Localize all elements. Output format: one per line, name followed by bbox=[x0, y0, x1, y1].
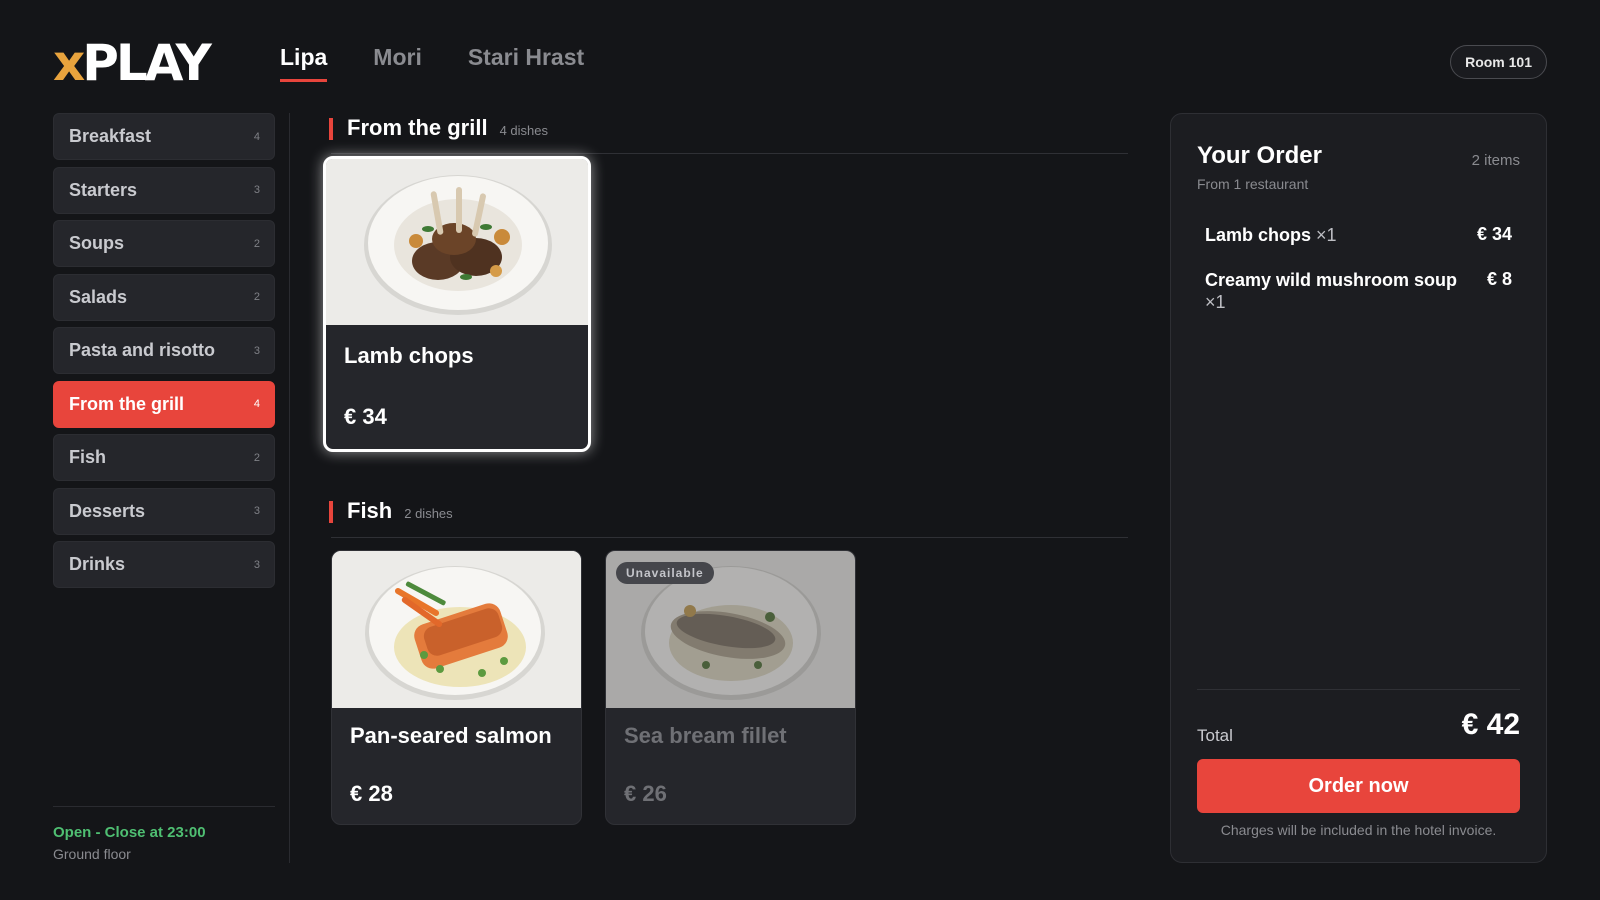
section-count: 4 dishes bbox=[499, 123, 548, 138]
category-desserts[interactable]: Desserts 3 bbox=[53, 487, 275, 535]
section-divider bbox=[331, 153, 1128, 154]
venue-location: Ground floor bbox=[53, 846, 131, 862]
order-line-name: Lamb chops bbox=[1205, 225, 1312, 245]
order-line-dish: Creamy wild mushroom soup ×1 bbox=[1205, 269, 1470, 313]
category-label: Desserts bbox=[69, 500, 146, 521]
category-drinks[interactable]: Drinks 3 bbox=[53, 541, 275, 588]
room-badge[interactable]: Room 101 bbox=[1450, 45, 1547, 79]
order-line-qty: ×1 bbox=[1205, 292, 1226, 312]
dish-price: € 28 bbox=[350, 781, 393, 806]
section-count: 2 dishes bbox=[404, 506, 453, 521]
category-count: 3 bbox=[253, 184, 260, 196]
category-count: 4 bbox=[253, 130, 260, 143]
category-label: Pasta and risotto bbox=[69, 340, 216, 360]
category-count: 4 bbox=[253, 398, 260, 410]
order-line-name: Creamy wild mushroom soup bbox=[1205, 270, 1458, 290]
order-subtitle: From 1 restaurant bbox=[1197, 176, 1309, 192]
order-line-item[interactable]: Lamb chops ×1 € 34 bbox=[1205, 224, 1512, 246]
category-count: 2 bbox=[253, 451, 260, 464]
lamb-chops-photo bbox=[326, 159, 588, 325]
category-from-the-grill[interactable]: From the grill 4 bbox=[53, 380, 275, 428]
order-line-qty: ×1 bbox=[1316, 225, 1337, 245]
xplay-logo: x PLAY bbox=[53, 34, 212, 92]
category-sidebar: Breakfast 4 Starters 3 Soups 2 Salads 2 Past… bbox=[53, 113, 275, 595]
category-label: Soups bbox=[69, 233, 125, 253]
total-label: Total bbox=[1197, 726, 1233, 745]
category-label: Drinks bbox=[69, 554, 126, 574]
section-accent-bar bbox=[329, 118, 333, 140]
order-divider bbox=[1197, 689, 1520, 690]
section-header-fish: Fish 2 dishes bbox=[329, 498, 453, 524]
category-count: 3 bbox=[253, 558, 260, 571]
category-salads[interactable]: Salads 2 bbox=[53, 273, 275, 321]
category-breakfast[interactable]: Breakfast 4 bbox=[53, 113, 275, 160]
sidebar-divider bbox=[289, 113, 290, 863]
order-line-dish: Lamb chops ×1 bbox=[1205, 224, 1470, 246]
total-amount: € 42 bbox=[1461, 708, 1520, 741]
unavailable-badge: Unavailable bbox=[616, 562, 714, 584]
dish-name: Pan-seared salmon bbox=[350, 723, 552, 748]
order-title: Your Order bbox=[1197, 142, 1322, 169]
category-soups[interactable]: Soups 2 bbox=[53, 220, 275, 267]
salmon-plate-icon bbox=[332, 551, 581, 708]
category-starters[interactable]: Starters 3 bbox=[53, 166, 275, 214]
dish-card-sea-bream-fillet[interactable]: Unavailable Sea bream fillet € 26 bbox=[605, 550, 856, 825]
category-fish[interactable]: Fish 2 bbox=[53, 434, 275, 481]
logo-main: PLAY bbox=[82, 34, 212, 92]
dish-price: € 34 bbox=[344, 404, 387, 429]
order-line-amount: € 8 bbox=[1486, 269, 1512, 289]
category-label: Starters bbox=[69, 179, 138, 200]
category-label: Breakfast bbox=[69, 126, 152, 146]
restaurant-tabs: Lipa Mori Stari Hrast bbox=[280, 44, 584, 82]
order-panel: Your Order 2 items From 1 restaurant Lam… bbox=[1170, 113, 1547, 863]
section-header-grill: From the grill 4 dishes bbox=[329, 115, 548, 141]
section-title: Fish bbox=[347, 498, 393, 523]
order-line-item[interactable]: Creamy wild mushroom soup ×1 € 8 bbox=[1205, 269, 1512, 313]
tab-stari-hrast[interactable]: Stari Hrast bbox=[468, 44, 584, 82]
dish-name: Sea bream fillet bbox=[624, 723, 787, 748]
opening-status: Open - Close at 23:00 bbox=[53, 824, 206, 841]
tab-lipa[interactable]: Lipa bbox=[280, 44, 328, 82]
salmon-photo bbox=[332, 551, 581, 708]
sidebar-footer-divider bbox=[53, 806, 275, 807]
category-label: Salads bbox=[69, 286, 128, 307]
category-count: 2 bbox=[253, 291, 260, 303]
dish-price: € 26 bbox=[624, 781, 667, 806]
dish-card-lamb-chops[interactable]: Lamb chops € 34 bbox=[323, 156, 591, 452]
category-pasta-and-risotto[interactable]: Pasta and risotto 3 bbox=[53, 327, 275, 374]
category-label: From the grill bbox=[69, 393, 185, 414]
logo-prefix: x bbox=[53, 34, 85, 92]
tab-mori[interactable]: Mori bbox=[373, 44, 422, 82]
category-count: 2 bbox=[253, 237, 260, 250]
category-count: 3 bbox=[253, 505, 260, 517]
section-divider bbox=[331, 537, 1128, 538]
category-count: 3 bbox=[253, 344, 260, 357]
section-accent-bar bbox=[329, 501, 333, 523]
dish-name: Lamb chops bbox=[344, 343, 474, 368]
lamb-chops-plate-icon bbox=[326, 159, 588, 325]
order-line-amount: € 34 bbox=[1476, 224, 1512, 244]
section-title: From the grill bbox=[347, 115, 488, 140]
category-label: Fish bbox=[69, 447, 107, 467]
order-now-button[interactable]: Order now bbox=[1197, 759, 1520, 813]
order-items-count: 2 items bbox=[1471, 152, 1520, 169]
invoice-note: Charges will be included in the hotel in… bbox=[1220, 822, 1497, 838]
dish-card-pan-seared-salmon[interactable]: Pan-seared salmon € 28 bbox=[331, 550, 582, 825]
